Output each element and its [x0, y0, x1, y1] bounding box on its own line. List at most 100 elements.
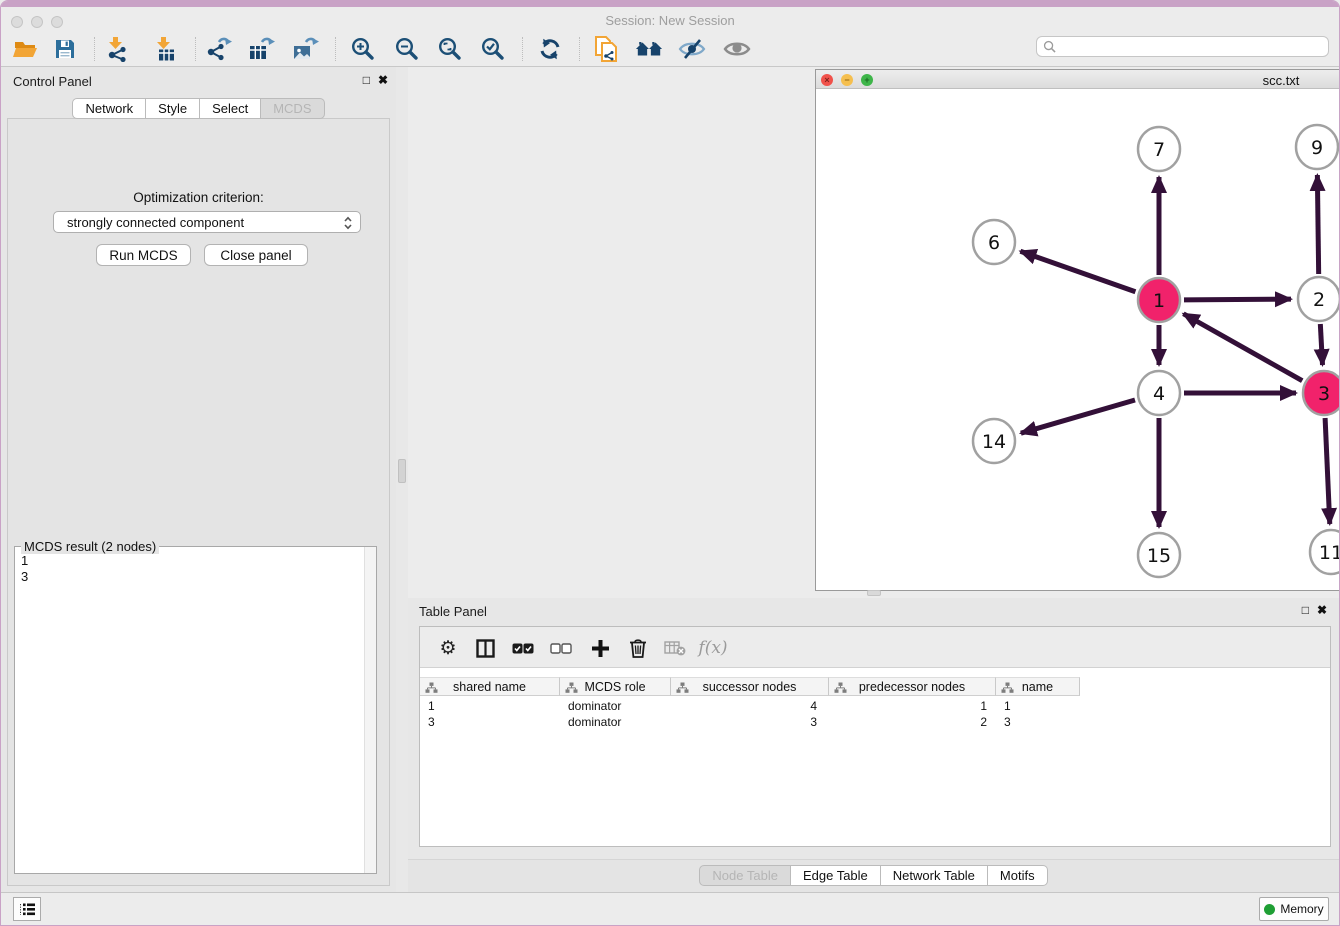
column-header-MCDS-role[interactable]: MCDS role: [560, 677, 671, 696]
delete-table-icon: [661, 634, 689, 662]
tab-mcds[interactable]: MCDS: [261, 98, 324, 119]
import-table-icon[interactable]: [152, 35, 180, 63]
add-icon[interactable]: [586, 634, 614, 662]
graph-edge-3-1[interactable]: [1183, 314, 1302, 381]
chevron-updown-icon: [340, 214, 356, 231]
import-network-icon[interactable]: [104, 35, 132, 63]
run-mcds-button[interactable]: Run MCDS: [96, 244, 191, 266]
close-panel-icon[interactable]: ✖: [378, 73, 388, 87]
optimization-criterion-label: Optimization criterion:: [8, 190, 389, 205]
table-cell[interactable]: 3: [671, 714, 829, 730]
table-row[interactable]: 1dominator411: [420, 698, 1080, 714]
mcds-panel: Optimization criterion: strongly connect…: [7, 118, 390, 886]
graph-edge-2-3[interactable]: [1320, 324, 1322, 365]
column-header-name[interactable]: name: [996, 677, 1080, 696]
hierarchy-icon: [1001, 682, 1014, 694]
tab-select[interactable]: Select: [200, 98, 261, 119]
horizontal-splitter-grip[interactable]: [867, 590, 881, 596]
zoom-fit-icon[interactable]: [436, 35, 464, 63]
table-cell[interactable]: 4: [671, 698, 829, 714]
graph-edge-3-11[interactable]: [1325, 418, 1330, 524]
table-cell[interactable]: 3: [996, 714, 1080, 730]
mcds-result-title: MCDS result (2 nodes): [21, 539, 159, 554]
table-cell[interactable]: 3: [420, 714, 560, 730]
table-cell[interactable]: dominator: [560, 714, 671, 730]
tab-edge-table[interactable]: Edge Table: [791, 865, 881, 886]
zoom-out-icon[interactable]: [393, 35, 421, 63]
table-cell[interactable]: dominator: [560, 698, 671, 714]
result-scrollbar[interactable]: [364, 547, 376, 873]
column-header-predecessor-nodes[interactable]: predecessor nodes: [829, 677, 996, 696]
graph-node-label: 6: [988, 232, 1000, 254]
close-panel-button[interactable]: Close panel: [204, 244, 308, 266]
window-title: Session: New Session: [1, 13, 1339, 28]
graph-node-label: 15: [1147, 545, 1171, 567]
deselect-all-icon[interactable]: [547, 634, 575, 662]
graph-edge-1-6[interactable]: [1020, 251, 1135, 291]
float-panel-icon[interactable]: □: [1302, 603, 1309, 617]
criterion-dropdown[interactable]: strongly connected component: [53, 211, 361, 233]
zoom-selected-icon[interactable]: [479, 35, 507, 63]
gear-icon[interactable]: ⚙: [434, 634, 462, 662]
graph-node-label: 7: [1153, 139, 1165, 161]
table-header-row: shared nameMCDS rolesuccessor nodesprede…: [420, 677, 1080, 696]
table-toolbar: ⚙: [420, 627, 1330, 668]
graph-edge-2-9[interactable]: [1317, 175, 1318, 274]
table-cell[interactable]: 1: [829, 698, 996, 714]
refresh-icon[interactable]: [536, 35, 564, 63]
tab-node-table[interactable]: Node Table: [699, 865, 791, 886]
close-panel-icon[interactable]: ✖: [1317, 603, 1327, 617]
splitter-grip[interactable]: [398, 459, 406, 483]
memory-status-icon: [1264, 904, 1275, 915]
copy-style-icon[interactable]: [592, 35, 620, 63]
hide-eye-icon[interactable]: [678, 35, 706, 63]
toolbar-separator: [522, 37, 523, 61]
home-icon[interactable]: [635, 35, 663, 63]
graph-edge-4-14[interactable]: [1021, 400, 1135, 433]
network-window-titlebar[interactable]: × − + scc.txt: [816, 70, 1340, 89]
zoom-in-icon[interactable]: [349, 35, 377, 63]
memory-button[interactable]: Memory: [1259, 897, 1329, 921]
hierarchy-icon: [425, 682, 438, 694]
vertical-splitter[interactable]: [396, 67, 408, 892]
main-toolbar: [1, 29, 1339, 67]
tab-network-table[interactable]: Network Table: [881, 865, 988, 886]
search-field[interactable]: [1036, 36, 1329, 57]
right-column: × − + scc.txt 1234678910111415 Table Pan…: [408, 67, 1339, 892]
application-window: Session: New Session: [0, 0, 1340, 926]
table-cell[interactable]: 2: [829, 714, 996, 730]
export-table-icon[interactable]: [248, 35, 276, 63]
graph-node-label: 9: [1311, 137, 1323, 159]
graph-node-label: 2: [1313, 289, 1325, 311]
eye-icon[interactable]: [723, 35, 751, 63]
column-header-shared-name[interactable]: shared name: [420, 677, 560, 696]
control-panel-title: Control Panel: [13, 74, 92, 89]
export-image-icon[interactable]: [292, 35, 320, 63]
search-input[interactable]: [1060, 40, 1328, 54]
save-icon[interactable]: [51, 35, 79, 63]
tab-network[interactable]: Network: [72, 98, 146, 119]
tab-motifs[interactable]: Motifs: [988, 865, 1048, 886]
select-all-icon[interactable]: [509, 634, 537, 662]
toolbar-separator: [94, 37, 95, 61]
task-history-button[interactable]: [13, 897, 41, 921]
float-panel-icon[interactable]: □: [363, 73, 370, 87]
titlebar[interactable]: Session: New Session: [1, 7, 1339, 29]
hierarchy-icon: [834, 682, 847, 694]
graph-node-label: 11: [1319, 542, 1340, 564]
table-cell[interactable]: 1: [420, 698, 560, 714]
mcds-result-text[interactable]: 1 3: [21, 553, 360, 869]
column-header-successor-nodes[interactable]: successor nodes: [671, 677, 829, 696]
columns-icon[interactable]: [471, 634, 499, 662]
function-icon: f(x): [694, 634, 732, 662]
tab-style[interactable]: Style: [146, 98, 200, 119]
toolbar-separator: [195, 37, 196, 61]
network-canvas[interactable]: 1234678910111415: [816, 90, 1340, 590]
export-network-icon[interactable]: [205, 35, 233, 63]
graph-edge-1-2[interactable]: [1184, 299, 1291, 300]
delete-icon[interactable]: [624, 634, 652, 662]
graph-node-label: 1: [1153, 290, 1165, 312]
table-row[interactable]: 3dominator323: [420, 714, 1080, 730]
table-cell[interactable]: 1: [996, 698, 1080, 714]
open-folder-icon[interactable]: [11, 35, 39, 63]
